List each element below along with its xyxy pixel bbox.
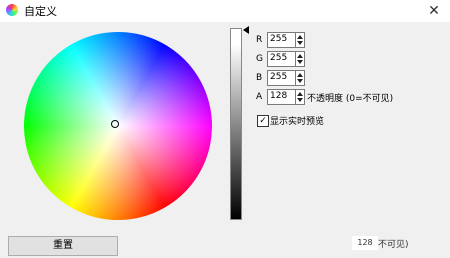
reset-button[interactable]: 重置 (8, 236, 118, 256)
step-up-icon[interactable] (297, 73, 303, 77)
g-spinbox[interactable]: 255 (267, 51, 305, 67)
brightness-slider-arrow-icon[interactable] (243, 26, 249, 34)
b-stepper[interactable] (295, 71, 304, 85)
r-label: R (256, 35, 263, 45)
brightness-slider[interactable] (230, 28, 242, 220)
g-value[interactable]: 255 (270, 53, 287, 63)
overlay-text: 不可见) (378, 240, 409, 250)
window-title: 自定义 (24, 5, 57, 18)
step-down-icon[interactable] (297, 79, 303, 83)
realtime-preview-label[interactable]: 显示实时预览 (270, 114, 324, 127)
close-button[interactable]: ✕ (418, 0, 450, 22)
g-stepper[interactable] (295, 52, 304, 66)
a-value[interactable]: 128 (270, 91, 287, 101)
r-spinbox[interactable]: 255 (267, 32, 305, 48)
a-label: A (256, 92, 263, 102)
r-stepper[interactable] (295, 33, 304, 47)
color-wheel-icon (6, 4, 18, 16)
step-down-icon[interactable] (297, 60, 303, 64)
step-up-icon[interactable] (297, 92, 303, 96)
title-bar: 自定义 ✕ (0, 0, 450, 22)
step-down-icon[interactable] (297, 98, 303, 102)
b-spinbox[interactable]: 255 (267, 70, 305, 86)
b-label: B (256, 73, 263, 83)
alpha-hint: 不透明度 (0=不可见) (307, 94, 394, 104)
a-stepper[interactable] (295, 90, 304, 104)
overlay-value: 128 (352, 236, 378, 250)
g-label: G (256, 54, 263, 64)
b-value[interactable]: 255 (270, 72, 287, 82)
step-down-icon[interactable] (297, 41, 303, 45)
a-spinbox[interactable]: 128 (267, 89, 305, 105)
r-value[interactable]: 255 (270, 34, 287, 44)
step-up-icon[interactable] (297, 35, 303, 39)
check-icon: ✓ (259, 116, 267, 126)
color-picker-handle[interactable] (111, 120, 119, 128)
realtime-preview-checkbox[interactable]: ✓ (257, 115, 269, 127)
step-up-icon[interactable] (297, 54, 303, 58)
